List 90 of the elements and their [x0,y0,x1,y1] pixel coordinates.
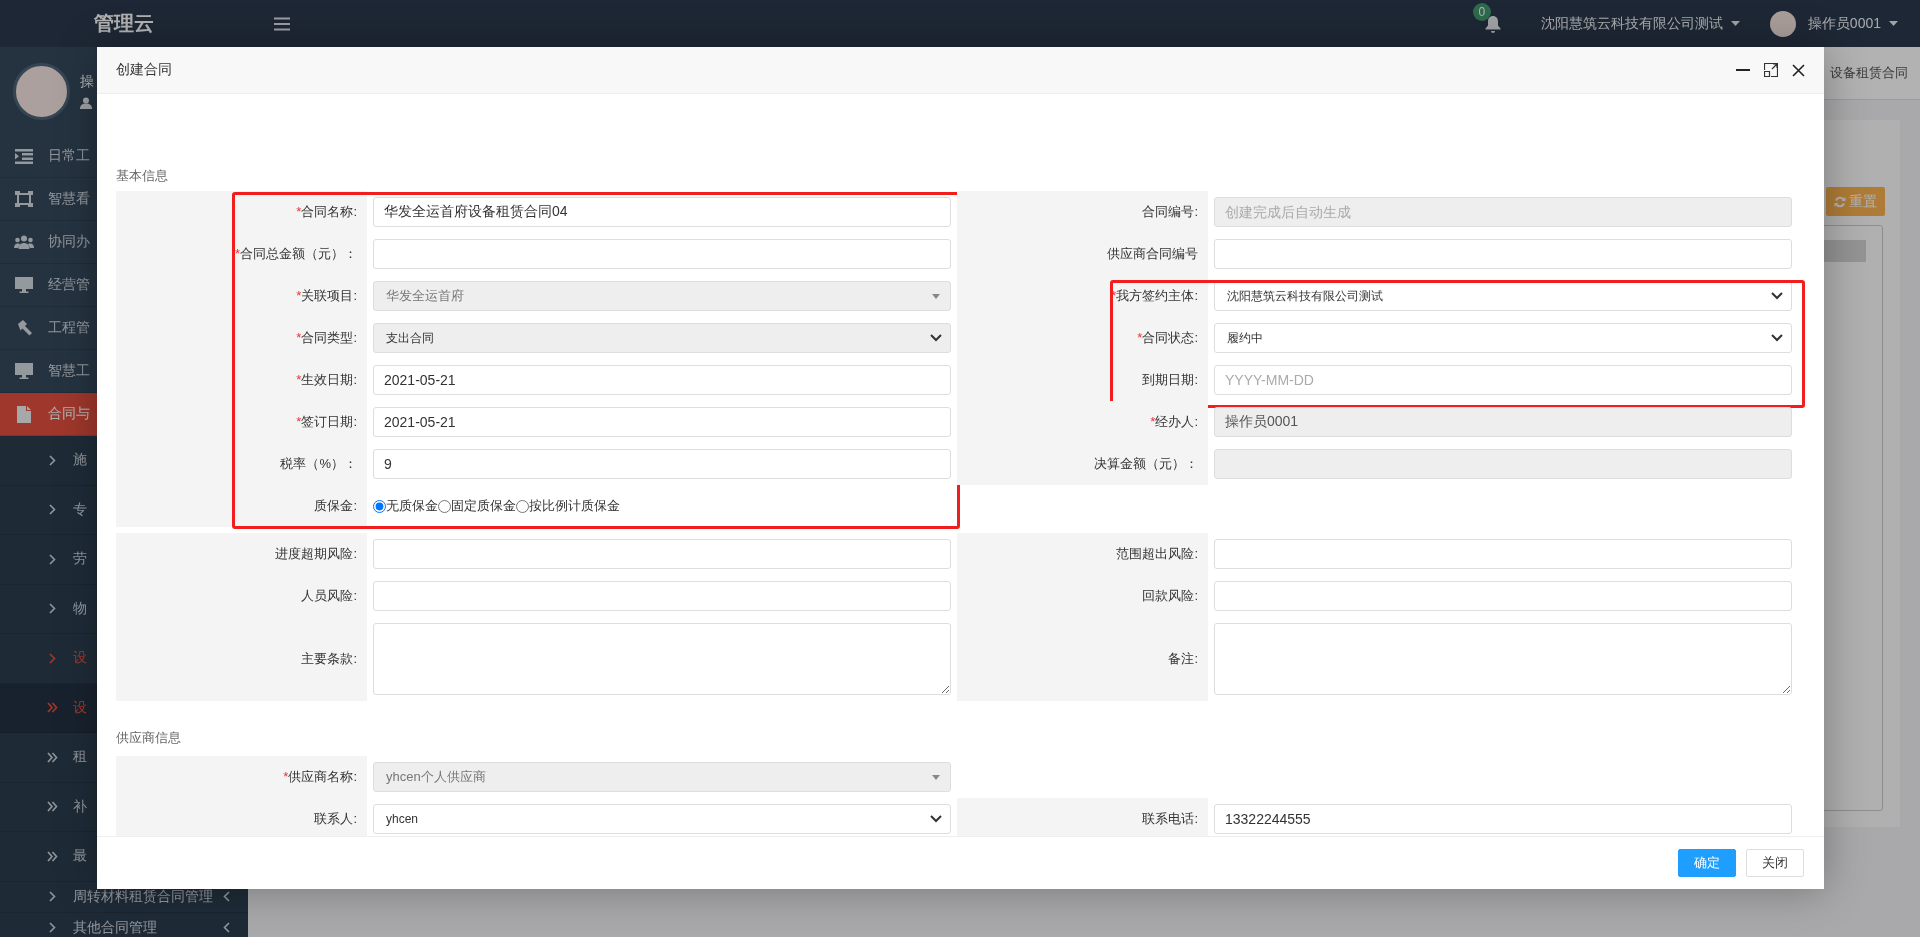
field-label: *供应商名称: [283,768,357,786]
field-label: *合同状态: [1137,329,1198,347]
field-label: 范围超出风险: [1116,545,1198,563]
radio-button[interactable] [373,499,386,513]
text-field[interactable]: 2021-05-21 [373,365,951,395]
app-logo: 管理云 [94,11,154,36]
tab[interactable]: 设备租赁合同 [1830,64,1908,82]
refresh-icon [1834,195,1846,208]
section-title: 基本信息 [116,167,169,185]
caret-icon [932,293,940,299]
notification-badge: 0 [1472,2,1491,21]
monitor-icon [14,277,34,293]
text-field[interactable] [373,581,951,611]
field-label: 到期日期: [1142,371,1198,389]
text-area[interactable] [373,623,951,695]
text-field[interactable]: 13322244555 [1214,804,1792,834]
caret-icon [1889,21,1898,26]
text-field[interactable]: 2021-05-21 [373,407,951,437]
chevron-right-icon [49,454,56,466]
field-label: 备注: [1168,650,1198,668]
maximize-icon [1764,63,1778,77]
users-icon [14,235,34,249]
sidebar-item[interactable]: 其他合同管理 [0,912,248,937]
chevron-right-icon [49,504,56,516]
avatar [13,62,70,120]
field-label: *签订日期: [296,413,357,431]
text-field[interactable]: 华发全运首府设备租赁合同04 [373,197,951,227]
radio-button[interactable] [438,499,451,513]
chevron-down-icon [930,334,942,342]
menu-icon [274,16,290,31]
field-label: 联系人: [314,810,357,828]
double-chevron-icon [47,801,58,813]
text-field[interactable] [373,539,951,569]
chevron-right-icon [49,922,56,933]
text-field[interactable]: YYYY-MM-DD [1214,365,1792,395]
section-title: 供应商信息 [116,729,182,747]
field-label: 质保金: [314,497,357,515]
double-chevron-icon [47,850,58,862]
field-label: 进度超期风险: [275,545,357,563]
field-label: 合同编号: [1142,203,1198,221]
field-label: *生效日期: [296,371,357,389]
field-label: *合同总金额（元）： [234,245,357,263]
field-label: *合同名称: [296,203,357,221]
field-label: 供应商合同编号 [1107,245,1198,263]
list-icon [14,148,34,164]
text-field[interactable] [373,239,951,269]
radio-button[interactable] [516,499,529,513]
chevron-right-icon [49,553,56,565]
person-icon [80,97,92,109]
text-field[interactable] [1214,539,1792,569]
chevron-down-icon [930,815,942,823]
text-field[interactable] [1214,581,1792,611]
bell-icon [1484,14,1501,33]
text-field[interactable] [1214,239,1792,269]
user-name: 操 [80,73,94,91]
double-chevron-icon [47,702,58,714]
dropdown[interactable]: yhcen [373,804,951,834]
company-dropdown[interactable]: 沈阳慧筑云科技有限公司测试 [1540,14,1740,33]
text-area[interactable] [1214,623,1792,695]
monitor-icon [14,363,34,379]
field-label: 回款风险: [1142,587,1198,605]
field-label: *关联项目: [296,287,357,305]
avatar [1769,10,1796,37]
chevron-right-icon [49,603,56,615]
radio-label: 按比例计质保金 [529,497,620,515]
dropdown[interactable]: 履约中 [1214,323,1792,353]
radio-label: 无质保金 [386,497,438,515]
field-label: *经办人: [1150,413,1198,431]
text-field[interactable]: 9 [373,449,951,479]
frame-icon [14,191,34,207]
field-label: 人员风险: [301,587,357,605]
radio-label: 固定质保金 [451,497,516,515]
user-menu[interactable]: 操作员0001 [1769,10,1898,37]
dialog-title: 创建合同 [116,61,172,79]
maximize-button[interactable] [1761,60,1781,80]
close-icon [1792,63,1805,77]
field-label: 主要条款: [301,650,357,668]
chevron-down-icon [1771,292,1783,300]
close-button[interactable]: 关闭 [1746,849,1804,877]
field-label: 联系电话: [1142,810,1198,828]
chevron-down-icon [1771,334,1783,342]
field-label: 税率（%）： [280,455,357,473]
caret-icon [932,774,940,780]
field-label: 决算金额（元）： [1094,455,1198,473]
caret-icon [1730,21,1740,26]
file-icon [14,405,34,423]
double-chevron-icon [47,751,58,763]
chevron-right-icon [49,652,56,664]
chevron-right-icon [49,891,56,902]
field-label: *合同类型: [296,329,357,347]
